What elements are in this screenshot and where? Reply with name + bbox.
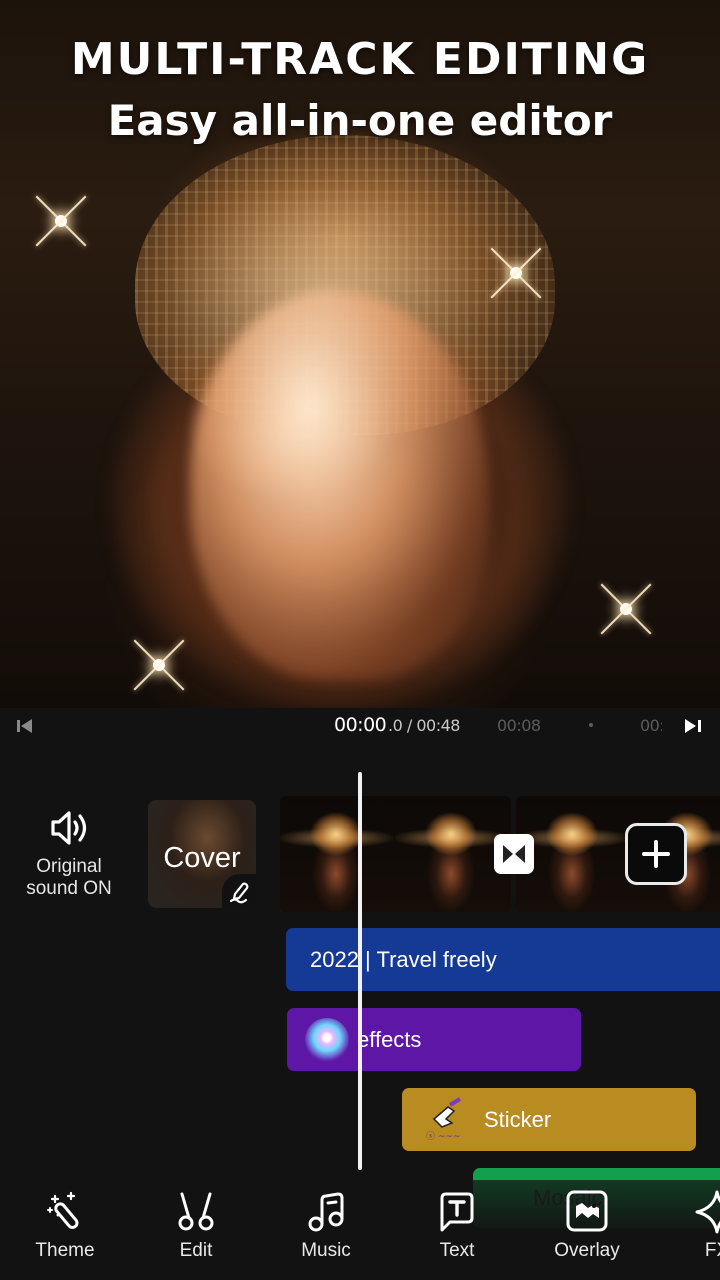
skip-to-end-icon: [685, 719, 696, 733]
cover-edit-button[interactable]: [222, 874, 256, 908]
transition-button[interactable]: [494, 834, 534, 874]
video-clip[interactable]: [516, 796, 720, 912]
current-time: 00:00: [334, 714, 387, 736]
playhead[interactable]: [358, 772, 362, 1170]
text-bubble-icon: [440, 1192, 474, 1232]
tool-fx[interactable]: FX: [662, 1190, 720, 1262]
plus-icon: [642, 840, 670, 868]
tool-overlay[interactable]: Overlay: [532, 1190, 642, 1262]
tool-edit[interactable]: Edit: [141, 1190, 251, 1262]
pointing-hand-sticker-icon: ⓢ ~~~: [424, 1096, 464, 1143]
sparkle-star-icon: [695, 1190, 720, 1234]
original-sound-toggle[interactable]: Original sound ON: [10, 808, 128, 908]
video-preview[interactable]: MULTI-TRACK EDITING Easy all-in-one edit…: [0, 0, 720, 708]
clip-thumbnail: [280, 796, 396, 912]
tool-label: Music: [301, 1240, 351, 1261]
svg-text:ⓢ ~~~: ⓢ ~~~: [426, 1131, 460, 1142]
tool-label: Theme: [35, 1240, 95, 1261]
text-track-clip[interactable]: 2022 | Travel freely: [286, 928, 720, 991]
text-track-label: 2022 | Travel freely: [310, 946, 497, 972]
speaker-icon: [51, 811, 87, 845]
tool-text[interactable]: Text: [402, 1190, 512, 1262]
sparkle-icon: [620, 603, 632, 615]
image-overlay-icon: [566, 1190, 608, 1232]
cover-button[interactable]: Cover: [148, 800, 256, 908]
skip-to-end-button[interactable]: [684, 717, 706, 735]
scissors-icon: [178, 1192, 214, 1231]
ruler-tick-label: 00:1: [640, 716, 662, 735]
video-clip[interactable]: [280, 796, 511, 912]
sparkle-icon: [55, 215, 67, 227]
hero-title: MULTI-TRACK EDITING: [70, 34, 650, 85]
music-note-icon: [308, 1192, 344, 1232]
transport-bar: 00:00 .0 / 00:48 00:08 00:1: [0, 708, 720, 744]
tool-label: FX: [704, 1240, 720, 1261]
sparkle-icon: [153, 659, 165, 671]
bowtie-transition-icon: [503, 845, 525, 863]
add-clip-button[interactable]: [625, 823, 687, 885]
sticker-track-clip[interactable]: ⓢ ~~~ Sticker: [402, 1088, 696, 1151]
tool-music[interactable]: Music: [271, 1190, 381, 1262]
effects-track-label: effects: [357, 1026, 422, 1052]
sparkle-orb-icon: [305, 1017, 349, 1062]
sticker-track-label: Sticker: [484, 1106, 552, 1132]
tool-theme[interactable]: Theme: [10, 1190, 120, 1262]
tool-label: Overlay: [554, 1240, 620, 1261]
pen-icon: [229, 882, 249, 904]
sound-label-line1: Original: [36, 856, 102, 877]
tool-label: Edit: [179, 1240, 213, 1261]
skip-to-start-button[interactable]: [15, 717, 37, 735]
cover-label: Cover: [163, 842, 241, 874]
ruler-tick-label: 00:08: [497, 716, 541, 735]
total-time: .0 / 00:48: [388, 716, 460, 735]
ruler-tick-dot: [589, 723, 593, 727]
skip-to-start-icon: [17, 720, 20, 732]
sound-label-line2: sound ON: [26, 878, 112, 899]
sparkle-icon: [510, 267, 522, 279]
tool-label: Text: [439, 1240, 475, 1261]
hero-subtitle: Easy all-in-one editor: [107, 96, 613, 145]
effects-track-clip[interactable]: effects: [287, 1008, 581, 1071]
magic-wand-icon: [47, 1191, 79, 1229]
bottom-toolbar: Theme Edit Music Text Overlay F: [0, 1190, 720, 1270]
